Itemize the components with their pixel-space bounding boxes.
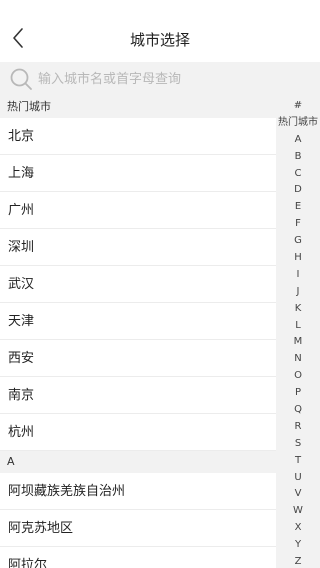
index-item-j[interactable]: J — [276, 284, 320, 301]
section-header-hot: 热门城市 — [0, 96, 277, 118]
search-input[interactable] — [34, 65, 314, 93]
index-item-g[interactable]: G — [276, 233, 320, 250]
section-header-a: A — [0, 451, 277, 473]
index-item-u[interactable]: U — [276, 470, 320, 487]
search-bar — [0, 62, 320, 96]
index-item-b[interactable]: B — [276, 149, 320, 166]
index-item-a[interactable]: A — [276, 132, 320, 149]
city-list: 热门城市 北京 上海 广州 深圳 武汉 天津 西安 南京 杭州 A 阿坝藏族羌族… — [0, 96, 277, 568]
index-item-x[interactable]: X — [276, 520, 320, 537]
city-item[interactable]: 广州 — [0, 192, 277, 229]
index-item-o[interactable]: O — [276, 368, 320, 385]
alphabet-index-list: # 热门城市 A B C D E F G H I J K L M N O P Q… — [276, 98, 320, 568]
index-item-y[interactable]: Y — [276, 537, 320, 554]
search-icon — [8, 66, 34, 92]
index-item-h[interactable]: H — [276, 250, 320, 267]
city-item[interactable]: 南京 — [0, 377, 277, 414]
city-item[interactable]: 阿坝藏族羌族自治州 — [0, 473, 277, 510]
city-select-page: 城市选择 热门城市 北京 上海 广州 深圳 武汉 天津 西安 南京 杭州 A 阿… — [0, 0, 320, 568]
search-box[interactable] — [6, 64, 314, 94]
index-item-v[interactable]: V — [276, 486, 320, 503]
index-item-w[interactable]: W — [276, 503, 320, 520]
city-item[interactable]: 深圳 — [0, 229, 277, 266]
city-item[interactable]: 天津 — [0, 303, 277, 340]
city-item[interactable]: 杭州 — [0, 414, 277, 451]
city-item[interactable]: 上海 — [0, 155, 277, 192]
index-item-d[interactable]: D — [276, 182, 320, 199]
index-item-t[interactable]: T — [276, 453, 320, 470]
index-item-s[interactable]: S — [276, 436, 320, 453]
city-item[interactable]: 阿克苏地区 — [0, 510, 277, 547]
index-item-i[interactable]: I — [276, 267, 320, 284]
index-item-f[interactable]: F — [276, 216, 320, 233]
index-item-c[interactable]: C — [276, 166, 320, 183]
index-item-p[interactable]: P — [276, 385, 320, 402]
index-item-n[interactable]: N — [276, 351, 320, 368]
index-item-k[interactable]: K — [276, 301, 320, 318]
alphabet-index-bar: # 热门城市 A B C D E F G H I J K L M N O P Q… — [276, 96, 320, 568]
city-item[interactable]: 西安 — [0, 340, 277, 377]
city-item[interactable]: 武汉 — [0, 266, 277, 303]
index-item-hash[interactable]: # — [276, 98, 320, 115]
index-item-q[interactable]: Q — [276, 402, 320, 419]
index-item-hot[interactable]: 热门城市 — [276, 115, 320, 132]
city-item[interactable]: 北京 — [0, 118, 277, 155]
page-title: 城市选择 — [129, 31, 190, 49]
index-item-m[interactable]: M — [276, 334, 320, 351]
index-item-r[interactable]: R — [276, 419, 320, 436]
index-item-z[interactable]: Z — [276, 554, 320, 568]
index-item-e[interactable]: E — [276, 199, 320, 216]
index-item-l[interactable]: L — [276, 318, 320, 335]
city-item[interactable]: 阿拉尔 — [0, 547, 277, 568]
